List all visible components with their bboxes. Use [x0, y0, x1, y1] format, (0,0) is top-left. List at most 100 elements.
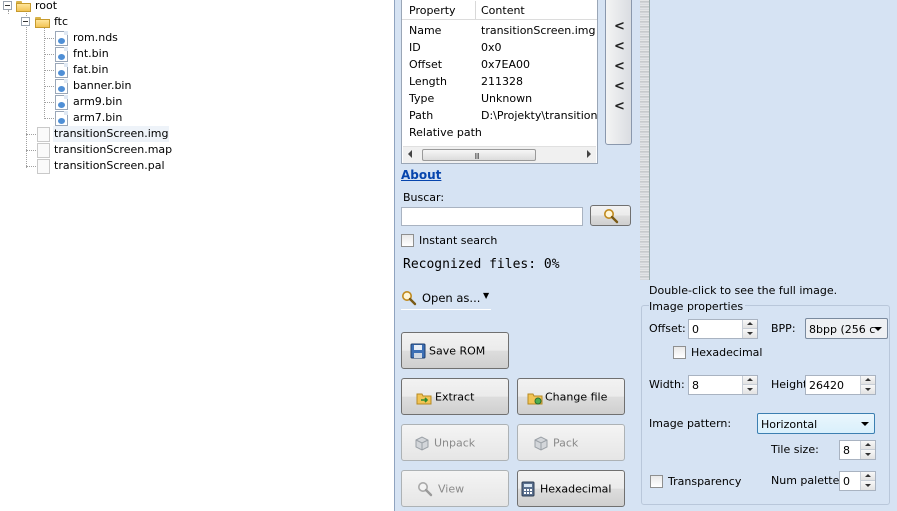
search-label: Buscar:	[403, 191, 445, 204]
bin-file-icon	[55, 111, 68, 126]
tree-node-file[interactable]: fat.bin	[73, 62, 108, 78]
image-properties-title: Image properties	[649, 300, 746, 313]
spin-down-icon[interactable]	[860, 385, 875, 394]
property-key: Name	[409, 24, 442, 37]
transparency-label: Transparency	[668, 475, 742, 488]
spin-up-icon[interactable]	[860, 441, 875, 450]
tree-node-file[interactable]: banner.bin	[73, 78, 131, 94]
chevron-down-icon: ▼	[483, 291, 490, 300]
property-value: Unknown	[481, 92, 533, 105]
width-value: 8	[692, 379, 699, 392]
image-pattern-label: Image pattern:	[649, 417, 732, 430]
spin-down-icon[interactable]	[742, 329, 757, 338]
properties-grid[interactable]: Property Content Name transitionScreen.im…	[401, 0, 598, 164]
image-pattern-value: Horizontal	[761, 418, 818, 431]
offset-label: Offset:	[649, 322, 686, 335]
tree-line	[26, 134, 36, 135]
spin-up-icon[interactable]	[742, 320, 757, 329]
folder-extract-icon	[416, 393, 432, 405]
tree-node-file[interactable]: transitionScreen.pal	[54, 158, 165, 174]
property-key: Offset	[409, 58, 443, 71]
spin-up-icon[interactable]	[860, 376, 875, 385]
hexadecimal-checkbox[interactable]	[673, 346, 686, 359]
grid-header: Property Content	[402, 0, 597, 20]
side-button-2[interactable]: <	[614, 39, 625, 54]
side-button-5[interactable]: <	[614, 99, 625, 114]
file-icon	[37, 127, 50, 142]
save-rom-button[interactable]: Save ROM	[401, 332, 509, 369]
column-header-content[interactable]: Content	[481, 4, 525, 17]
tree-node-file[interactable]: rom.nds	[73, 30, 118, 46]
bin-file-icon	[55, 79, 68, 94]
unpack-button[interactable]: Unpack	[401, 424, 509, 461]
about-link[interactable]: About	[401, 168, 441, 182]
side-button-4[interactable]: <	[614, 79, 625, 94]
tile-size-stepper[interactable]: 8	[839, 440, 876, 460]
spin-up-icon[interactable]	[860, 472, 875, 481]
collapse-root-icon[interactable]	[3, 1, 12, 10]
scroll-right-icon[interactable]	[587, 150, 591, 158]
search-input[interactable]	[401, 207, 583, 226]
scroll-thumb[interactable]: III	[422, 149, 536, 161]
tree-node-file[interactable]: arm9.bin	[73, 94, 122, 110]
width-stepper[interactable]: 8	[688, 375, 758, 395]
side-button-3[interactable]: <	[614, 59, 625, 74]
spin-up-icon[interactable]	[742, 376, 757, 385]
property-value: 0x0	[481, 41, 502, 54]
open-as-label: Open as...	[422, 291, 481, 305]
tree-line	[44, 28, 45, 119]
tree-node-root[interactable]: root	[35, 0, 57, 14]
horizontal-scrollbar[interactable]: III	[403, 146, 596, 163]
grid-row[interactable]: Offset 0x7EA00	[402, 58, 597, 75]
tree-node-ftc[interactable]: ftc	[54, 14, 68, 30]
tree-node-file-selected[interactable]: transitionScreen.img	[53, 126, 170, 142]
property-key: Path	[409, 109, 434, 122]
offset-stepper[interactable]: 0	[688, 319, 758, 339]
instant-search-checkbox[interactable]	[401, 234, 414, 247]
grid-row[interactable]: ID 0x0	[402, 41, 597, 58]
tree-node-file[interactable]: transitionScreen.map	[54, 142, 172, 158]
image-pattern-select[interactable]: Horizontal	[757, 413, 875, 434]
grid-row[interactable]: Path D:\Projekty\transition_te	[402, 109, 597, 126]
column-header-property[interactable]: Property	[409, 4, 456, 17]
grid-row[interactable]: Relative path	[402, 126, 597, 143]
extract-button[interactable]: Extract	[401, 378, 509, 415]
bin-file-icon	[55, 47, 68, 62]
tree-node-file[interactable]: arm7.bin	[73, 110, 122, 126]
spin-down-icon[interactable]	[860, 481, 875, 490]
property-key: ID	[409, 41, 421, 54]
num-palette-stepper[interactable]: 0	[839, 471, 876, 491]
height-stepper[interactable]: 26420	[805, 375, 876, 395]
num-palette-value: 0	[843, 475, 850, 488]
tile-size-label: Tile size:	[771, 443, 819, 456]
spin-down-icon[interactable]	[860, 450, 875, 459]
change-file-button[interactable]: Change file	[517, 378, 625, 415]
scroll-left-icon[interactable]	[408, 150, 412, 158]
magnifier-icon	[402, 291, 417, 306]
collapse-ftc-icon[interactable]	[21, 17, 30, 26]
side-button-1[interactable]: <	[614, 19, 625, 34]
grid-row[interactable]: Length 211328	[402, 75, 597, 92]
grid-row[interactable]: Name transitionScreen.img	[402, 24, 597, 41]
view-button[interactable]: View	[401, 470, 509, 507]
grid-row[interactable]: Type Unknown	[402, 92, 597, 109]
hexadecimal-button[interactable]: Hexadecimal	[517, 470, 625, 507]
width-label: Width:	[649, 378, 685, 391]
height-value: 26420	[809, 379, 844, 392]
image-preview[interactable]	[640, 0, 650, 280]
tree-line	[44, 54, 54, 55]
tree-line	[8, 10, 9, 14]
open-as-dropdown[interactable]: Open as... ▼	[401, 288, 491, 310]
file-tree[interactable]: root ftc rom.nds fnt.bin fat.bin banner.…	[0, 0, 392, 511]
chevron-down-icon	[874, 327, 882, 331]
property-value: transitionScreen.img	[481, 24, 596, 37]
bpp-select[interactable]: 8bpp (256 colors)	[805, 318, 888, 339]
transparency-checkbox[interactable]	[650, 475, 663, 488]
pack-button[interactable]: Pack	[517, 424, 625, 461]
side-button-strip[interactable]: < < < < <	[605, 0, 632, 145]
actions-panel: Property Content Name transitionScreen.im…	[394, 0, 640, 511]
search-button[interactable]	[590, 205, 631, 226]
image-hint-text: Double-click to see the full image.	[649, 284, 838, 297]
tree-node-file[interactable]: fnt.bin	[73, 46, 109, 62]
spin-down-icon[interactable]	[742, 385, 757, 394]
